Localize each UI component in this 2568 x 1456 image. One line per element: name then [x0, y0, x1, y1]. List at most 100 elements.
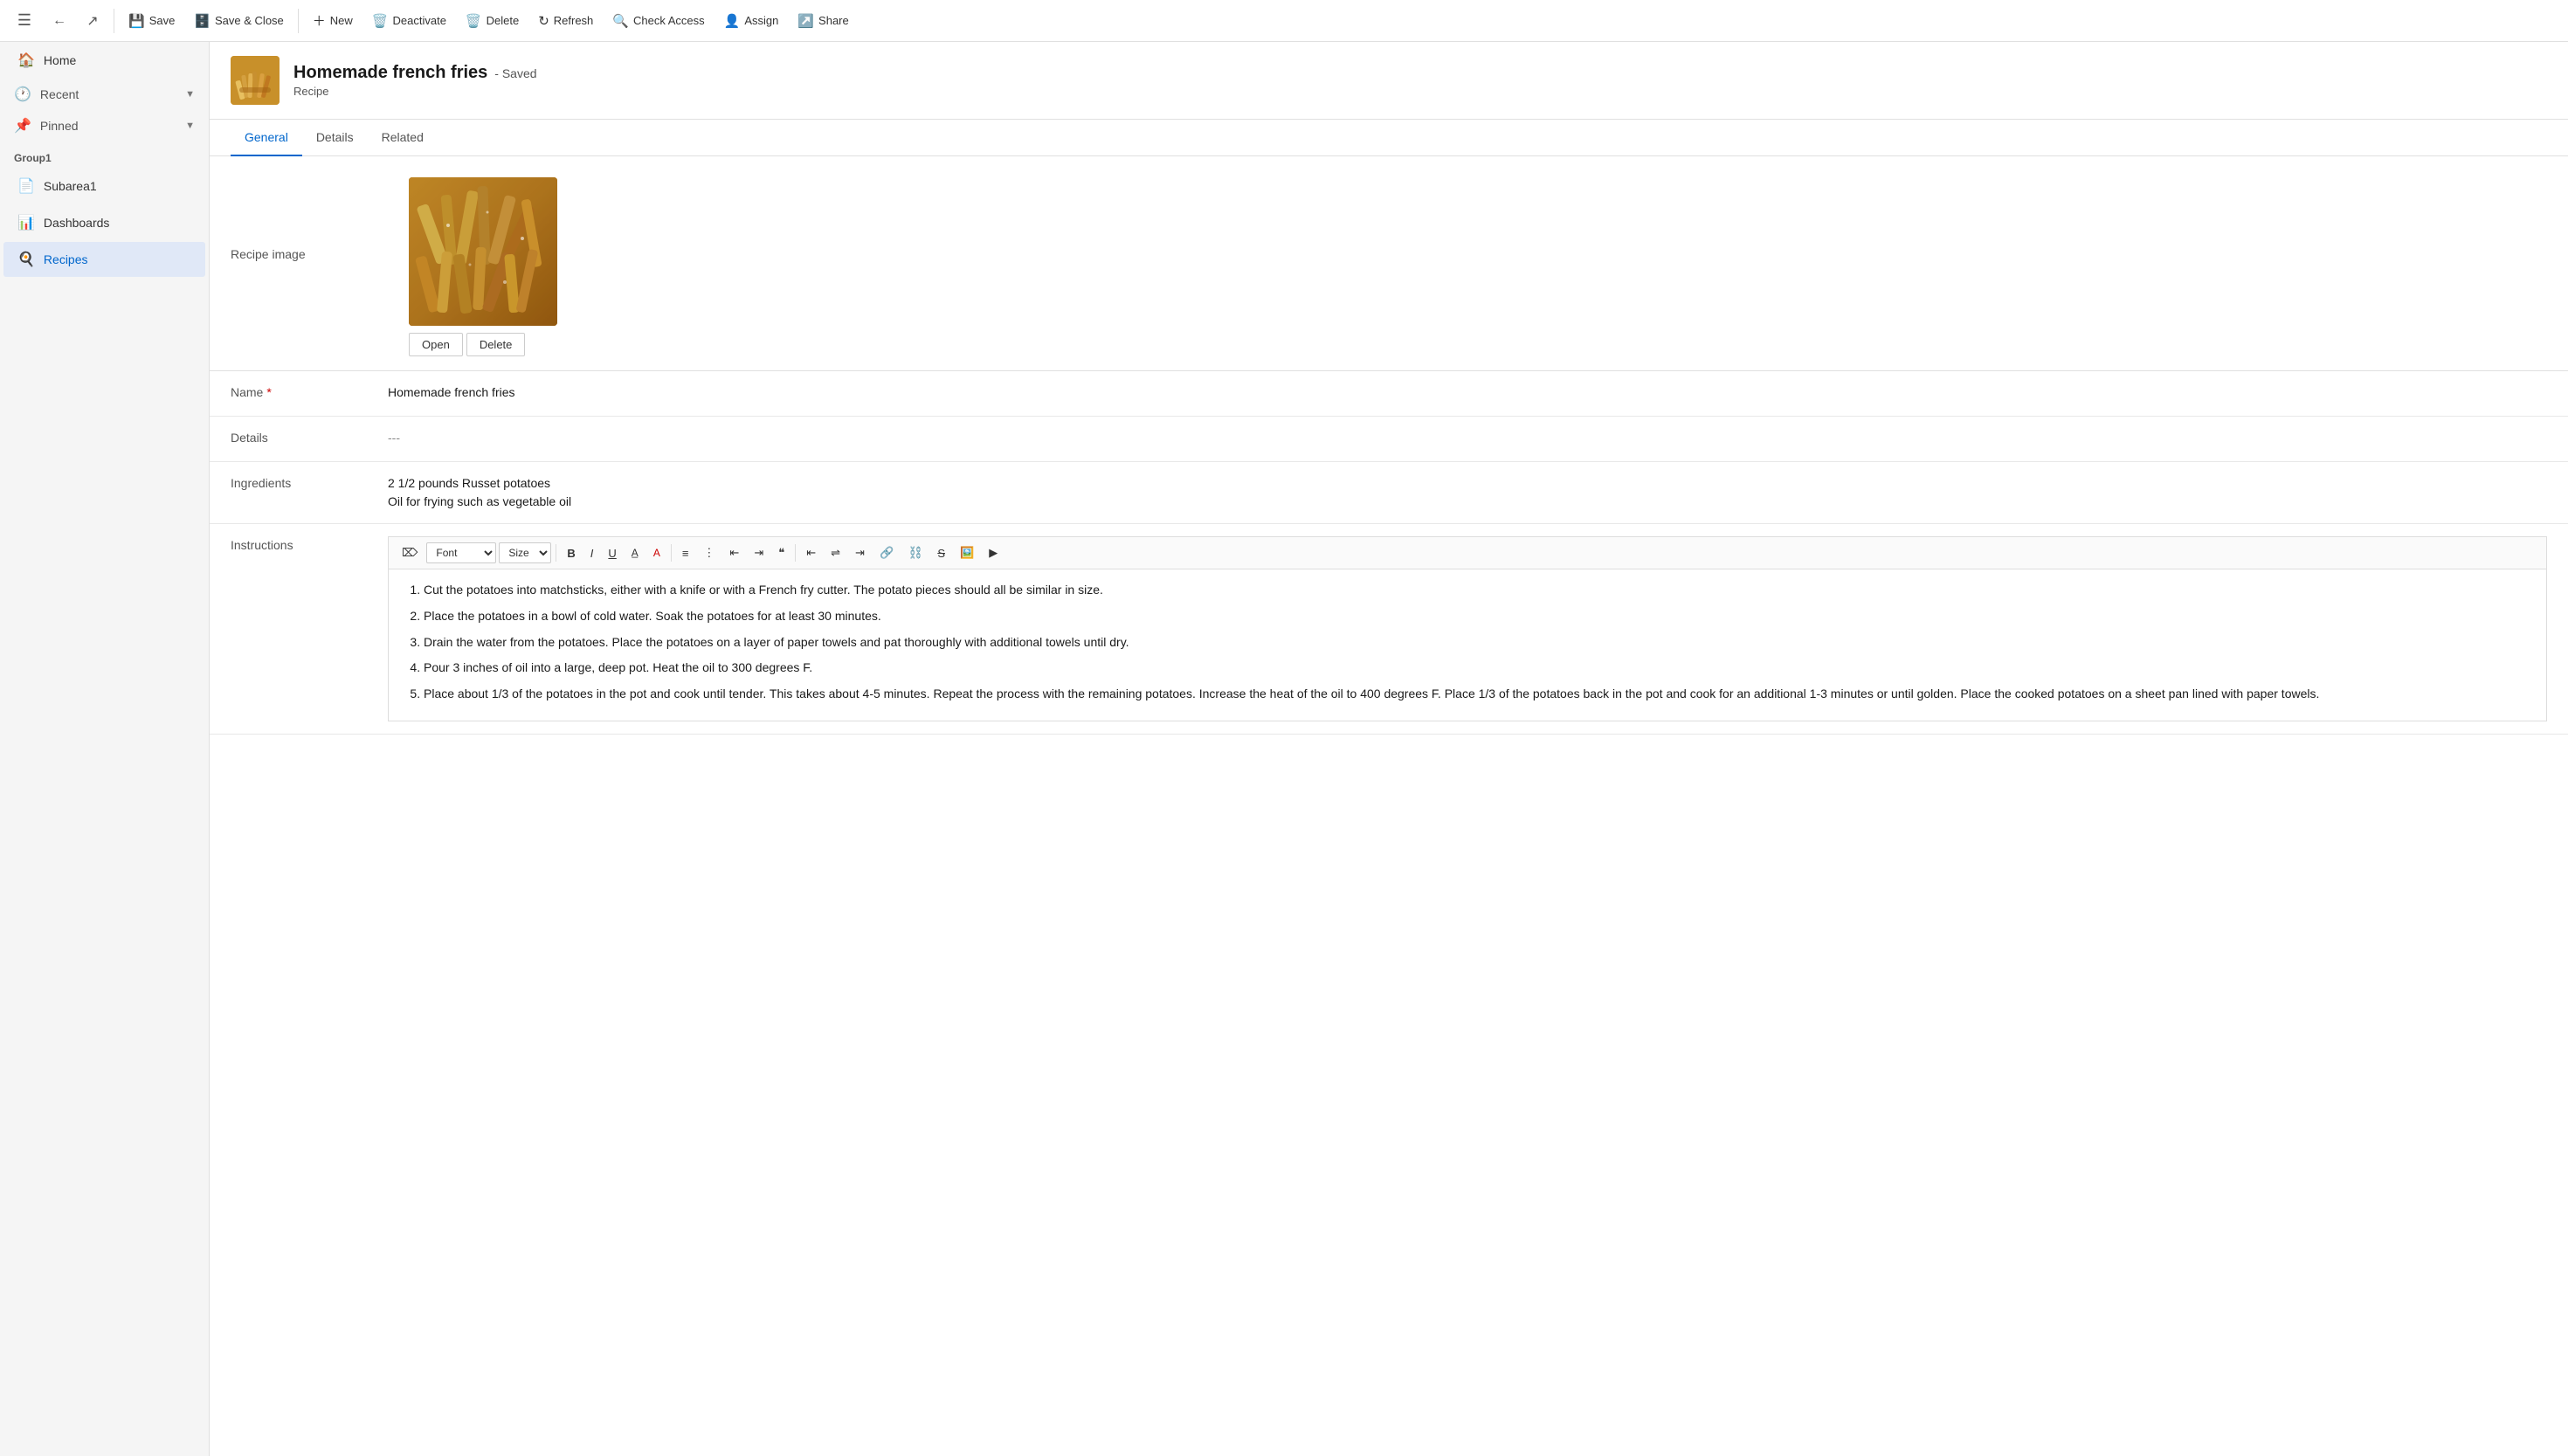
ingredients-row: Ingredients 2 1/2 pounds Russet potatoes…	[210, 462, 2568, 524]
insert-image-icon: 🖼️	[960, 546, 974, 560]
rte-italic-button[interactable]: I	[584, 543, 600, 563]
sidebar-item-recent-label: Recent	[40, 87, 79, 101]
image-delete-button[interactable]: Delete	[466, 333, 526, 356]
rte-font-color-button[interactable]: A	[647, 543, 666, 562]
content-area: Homemade french fries - Saved Recipe Gen…	[210, 42, 2568, 1456]
sidebar-item-pinned[interactable]: 📌 Pinned ▼	[0, 110, 209, 141]
rte-bold-button[interactable]: B	[561, 543, 581, 563]
ingredients-label: Ingredients	[231, 474, 388, 490]
numbered-list-icon: ⋮	[703, 546, 714, 560]
toolbar: ☰ ← ↗ 💾 Save 🗄️ Save & Close ＋ New 🗑️ De…	[0, 0, 2568, 42]
save-button[interactable]: 💾 Save	[120, 9, 183, 33]
sidebar-item-subarea1[interactable]: 📄 Subarea1	[3, 169, 205, 204]
deactivate-icon: 🗑️	[372, 13, 389, 29]
sidebar-item-recent[interactable]: 🕐 Recent ▼	[0, 79, 209, 110]
rte-blockquote-button[interactable]: ❝	[772, 542, 790, 563]
tab-related[interactable]: Related	[368, 120, 438, 156]
image-label: Recipe image	[231, 177, 388, 261]
rte-underline-button[interactable]: U	[602, 543, 622, 563]
align-left-icon: ⇤	[806, 546, 816, 560]
rte-more-button[interactable]: ▶	[983, 542, 1004, 563]
more-icon: ▶	[989, 546, 998, 560]
instructions-row: Instructions ⌦ Font Size	[210, 524, 2568, 735]
rte-font-select[interactable]: Font	[426, 542, 496, 563]
tab-details[interactable]: Details	[302, 120, 368, 156]
rte-highlight-button[interactable]: A̲	[625, 543, 645, 562]
home-icon: 🏠	[17, 52, 35, 69]
rte-insert-link-button[interactable]: 🔗	[873, 542, 900, 563]
check-access-icon: 🔍	[612, 13, 629, 29]
share-button[interactable]: ↗️ Share	[789, 9, 857, 33]
assign-button[interactable]: 👤 Assign	[715, 9, 788, 33]
instruction-item-5: Place about 1/3 of the potatoes in the p…	[424, 684, 2532, 705]
rte-content-area[interactable]: Cut the potatoes into matchsticks, eithe…	[388, 569, 2547, 721]
forward-button[interactable]: ↗	[77, 5, 108, 37]
clear-formatting-icon: ⌦	[402, 546, 418, 560]
new-button[interactable]: ＋ New	[304, 7, 362, 34]
rte-numbered-list-button[interactable]: ⋮	[697, 542, 721, 563]
rte-toolbar: ⌦ Font Size B I U A̲	[388, 536, 2547, 569]
subarea1-icon: 📄	[17, 177, 35, 195]
instruction-item-3: Drain the water from the potatoes. Place…	[424, 632, 2532, 653]
delete-icon: 🗑️	[466, 13, 482, 29]
rte-insert-image-button[interactable]: 🖼️	[954, 542, 980, 563]
ingredients-line-1: 2 1/2 pounds Russet potatoes	[388, 474, 2547, 493]
record-subtitle: Recipe	[293, 85, 537, 98]
rte-align-center-button[interactable]: ⇌	[825, 542, 846, 563]
menu-button[interactable]: ☰	[7, 3, 42, 38]
recipes-icon: 🍳	[17, 251, 35, 268]
details-row: Details ---	[210, 417, 2568, 462]
image-container: Open Delete	[409, 177, 557, 356]
record-avatar	[231, 56, 280, 105]
name-value[interactable]: Homemade french fries	[388, 383, 2547, 402]
assign-label: Assign	[744, 14, 778, 27]
rte-bullet-list-button[interactable]: ≡	[676, 543, 695, 563]
group1-label: Group1	[0, 141, 209, 168]
rte-decrease-indent-button[interactable]: ⇤	[723, 542, 745, 563]
refresh-label: Refresh	[554, 14, 594, 27]
required-star: *	[266, 385, 271, 399]
sidebar-item-home[interactable]: 🏠 Home	[3, 43, 205, 78]
instructions-label: Instructions	[231, 536, 388, 552]
record-title: Homemade french fries	[293, 63, 487, 83]
increase-indent-icon: ⇥	[754, 546, 763, 560]
rte-size-select[interactable]: Size	[499, 542, 551, 563]
rte-strikethrough-button[interactable]: S	[931, 543, 951, 563]
instruction-item-4: Pour 3 inches of oil into a large, deep …	[424, 658, 2532, 679]
rte-align-left-button[interactable]: ⇤	[800, 542, 822, 563]
pinned-icon: 📌	[14, 117, 31, 135]
save-close-button[interactable]: 🗄️ Save & Close	[185, 9, 292, 33]
new-label: New	[330, 14, 353, 27]
main-layout: 🏠 Home 🕐 Recent ▼ 📌 Pinned ▼ Group1 📄 Su…	[0, 42, 2568, 1456]
image-buttons: Open Delete	[409, 333, 557, 356]
tab-general[interactable]: General	[231, 120, 302, 156]
remove-link-icon: ⛓️	[908, 546, 922, 560]
rte-clear-formatting-button[interactable]: ⌦	[396, 542, 424, 563]
toolbar-divider-2	[298, 9, 299, 33]
sidebar-item-recipes[interactable]: 🍳 Recipes	[3, 242, 205, 277]
refresh-button[interactable]: ↻ Refresh	[529, 9, 602, 33]
instruction-item-2: Place the potatoes in a bowl of cold wat…	[424, 606, 2532, 627]
deactivate-label: Deactivate	[393, 14, 446, 27]
image-open-button[interactable]: Open	[409, 333, 463, 356]
save-label: Save	[149, 14, 176, 27]
sidebar-item-dashboards[interactable]: 📊 Dashboards	[3, 205, 205, 240]
record-title-area: Homemade french fries - Saved Recipe	[293, 63, 537, 98]
rte-align-right-button[interactable]: ⇥	[849, 542, 871, 563]
rte-increase-indent-button[interactable]: ⇥	[748, 542, 770, 563]
delete-button[interactable]: 🗑️ Delete	[457, 9, 528, 33]
back-button[interactable]: ←	[44, 5, 75, 37]
rte-remove-link-button[interactable]: ⛓️	[902, 542, 928, 563]
details-value[interactable]: ---	[388, 429, 2547, 447]
check-access-label: Check Access	[633, 14, 705, 27]
ingredients-line-2: Oil for frying such as vegetable oil	[388, 493, 2547, 511]
name-label: Name *	[231, 383, 388, 399]
ingredients-value[interactable]: 2 1/2 pounds Russet potatoes Oil for fry…	[388, 474, 2547, 511]
highlight-icon: A̲	[632, 547, 639, 559]
blockquote-icon: ❝	[778, 546, 784, 560]
align-center-icon: ⇌	[831, 546, 840, 560]
check-access-button[interactable]: 🔍 Check Access	[604, 9, 713, 33]
name-row: Name * Homemade french fries	[210, 371, 2568, 417]
record-header: Homemade french fries - Saved Recipe	[210, 42, 2568, 120]
deactivate-button[interactable]: 🗑️ Deactivate	[363, 9, 455, 33]
